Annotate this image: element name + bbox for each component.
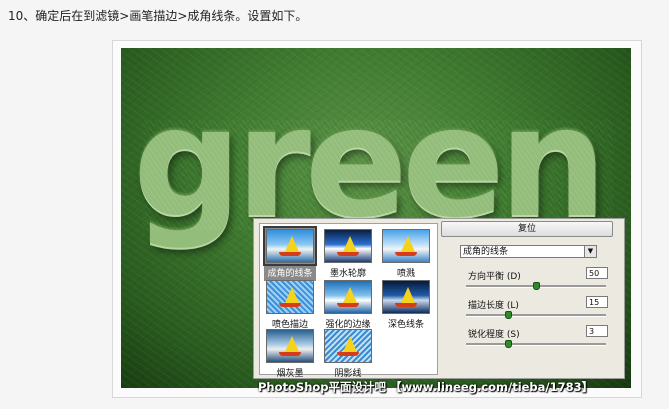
filter-thumb-sprayed-strokes[interactable]: 喷色描边 — [264, 280, 316, 330]
filter-preview-icon — [382, 280, 430, 314]
filter-thumb-ink-outlines[interactable]: 墨水轮廓 — [322, 229, 374, 279]
filter-thumb-accented-edges[interactable]: 强化的边缘 — [322, 280, 374, 330]
filter-thumb-label: 墨水轮廓 — [329, 269, 366, 279]
slider-handle[interactable] — [505, 340, 512, 348]
stroke-length-label: 描边长度 (L) — [468, 301, 519, 311]
filter-preview-icon — [266, 280, 314, 314]
filter-thumb-sumi-e[interactable]: 烟灰墨 — [264, 329, 316, 379]
filter-thumb-angled-strokes[interactable]: 成角的线条 — [263, 226, 317, 281]
filter-thumb-label: 成角的线条 — [267, 269, 313, 279]
direction-balance-slider[interactable] — [466, 282, 606, 290]
direction-balance-label: 方向平衡 (D) — [468, 272, 521, 282]
filter-preview-icon — [263, 226, 317, 266]
stroke-length-input[interactable]: 15 — [586, 296, 608, 308]
filter-thumb-label: 深色线条 — [387, 320, 424, 330]
filter-preview-icon — [324, 329, 372, 363]
filter-thumb-label: 喷溅 — [396, 269, 415, 279]
filter-type-select[interactable]: 成角的线条 ▼ — [460, 245, 597, 258]
green-text-art: green — [133, 74, 607, 251]
stroke-length-slider[interactable] — [466, 311, 606, 319]
filter-preview-icon — [382, 229, 430, 263]
slider-handle[interactable] — [505, 311, 512, 319]
filter-thumb-dark-strokes[interactable]: 深色线条 — [380, 280, 432, 330]
filter-thumb-label: 阴影线 — [334, 369, 362, 379]
sharpness-input[interactable]: 3 — [586, 325, 608, 337]
filter-thumbnail-panel: 成角的线条 墨水轮廓 喷溅 喷色描边 强化的边缘 深色线条 烟灰墨 阴影线 — [259, 223, 438, 379]
direction-balance-input[interactable]: 50 — [586, 267, 608, 279]
filter-preview-icon — [324, 229, 372, 263]
sharpness-label: 锐化程度 (S) — [468, 330, 520, 340]
filter-preview-icon — [324, 280, 372, 314]
step-caption: 10、确定后在到滤镜>画笔描边>成角线条。设置如下。 — [8, 9, 308, 23]
slider-handle[interactable] — [533, 282, 540, 290]
filter-thumb-label: 烟灰墨 — [276, 369, 304, 379]
filter-preview-icon — [266, 329, 314, 363]
sharpness-slider[interactable] — [466, 340, 606, 348]
filter-thumb-crosshatch[interactable]: 阴影线 — [322, 329, 374, 379]
site-watermark: PhotoShop平面设计吧 【www.lineeg.com/tieba/178… — [258, 380, 594, 394]
chevron-down-icon[interactable]: ▼ — [584, 246, 596, 257]
reset-button[interactable]: 复位 — [441, 221, 613, 237]
filter-select-value: 成角的线条 — [463, 247, 509, 257]
angled-strokes-filter-dialog: 成角的线条 墨水轮廓 喷溅 喷色描边 强化的边缘 深色线条 烟灰墨 阴影线 复位… — [253, 218, 625, 379]
filter-thumb-spatter[interactable]: 喷溅 — [380, 229, 432, 279]
